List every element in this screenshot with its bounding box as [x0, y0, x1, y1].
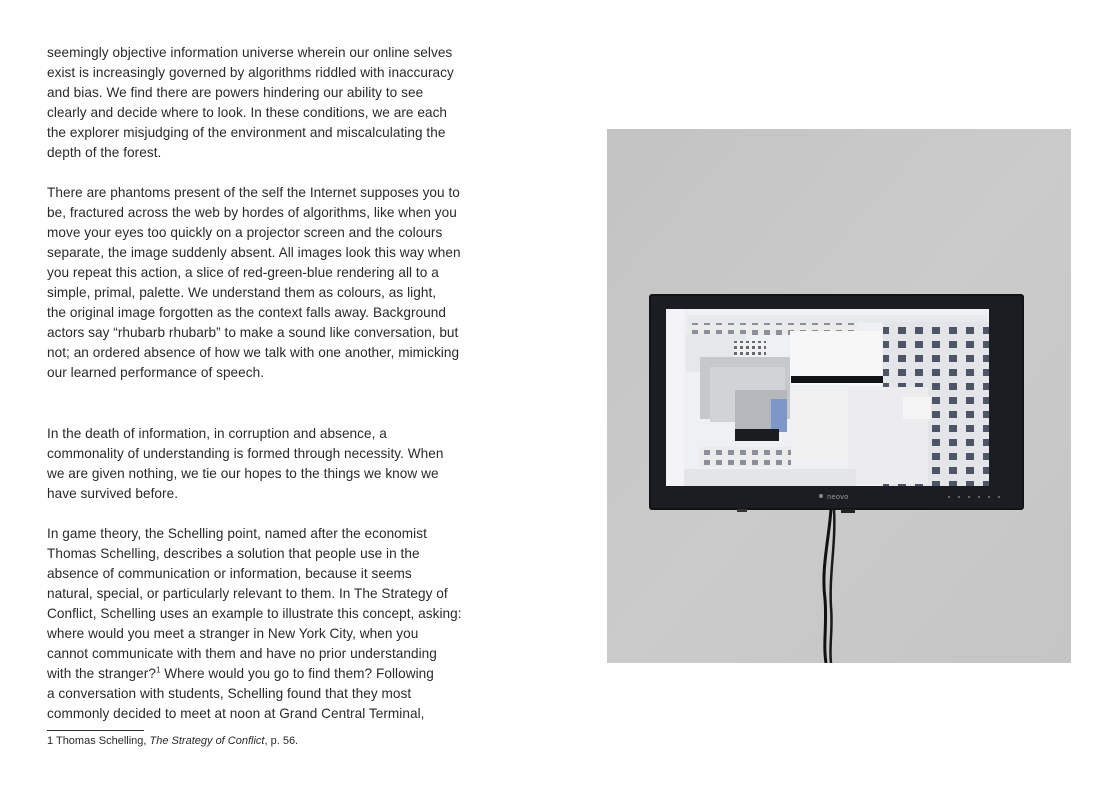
monitor-brand-label: neovo: [827, 493, 848, 501]
paragraph-4-text-a: In game theory, the Schelling point, nam…: [47, 526, 462, 681]
monitor-image: neovo: [607, 129, 1071, 663]
paragraph-4: In game theory, the Schelling point, nam…: [47, 524, 462, 724]
footnote-author: 1 Thomas Schelling,: [47, 735, 150, 747]
footnote-rule: [47, 730, 144, 731]
footnote-page: , p. 56.: [264, 735, 299, 747]
footnote: 1 Thomas Schelling, The Strategy of Conf…: [47, 734, 298, 748]
paragraph-2: There are phantoms present of the self t…: [47, 185, 461, 380]
paragraph-1: seemingly objective information universe…: [47, 45, 454, 160]
paragraph-3: In the death of information, in corrupti…: [47, 426, 444, 501]
installation-photo: neovo: [607, 129, 1071, 663]
footnote-title: The Strategy of Conflict: [149, 735, 265, 747]
